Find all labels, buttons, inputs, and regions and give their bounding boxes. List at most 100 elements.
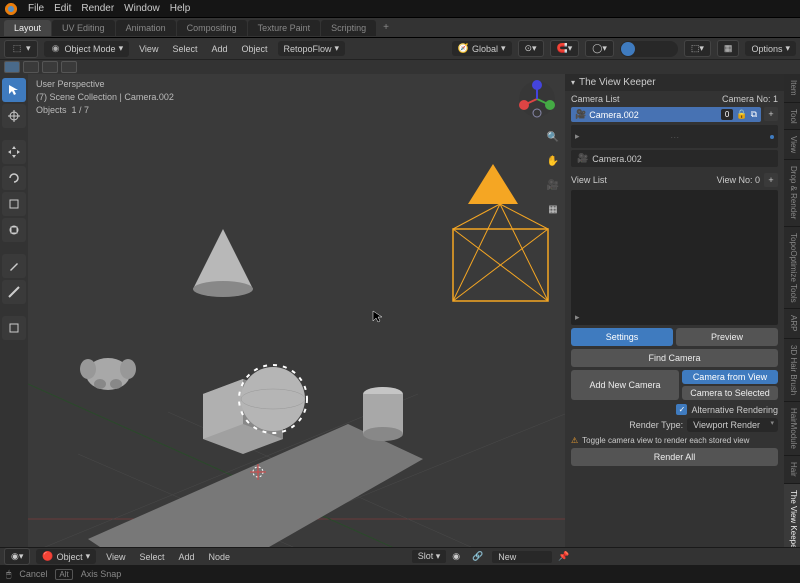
node-menu-view[interactable]: View <box>102 552 129 562</box>
overlay-toggle[interactable]: ⬚▾ <box>684 40 711 57</box>
panel-title[interactable]: ▾The View Keeper <box>565 74 784 91</box>
lock-icon[interactable]: 🔒 <box>736 109 747 120</box>
alt-render-checkbox[interactable]: ✓ <box>676 404 687 415</box>
menu-window[interactable]: Window <box>124 3 160 14</box>
mode-selector[interactable]: ◉Object Mode ▾ <box>44 41 130 57</box>
node-menu-add[interactable]: Add <box>175 552 199 562</box>
add-view-button[interactable]: + <box>764 173 778 187</box>
render-all-button[interactable]: Render All <box>571 448 778 466</box>
add-workspace-button[interactable]: + <box>377 22 395 33</box>
view-list-box: ▸ <box>571 190 778 325</box>
pan-icon[interactable]: ✋ <box>545 153 561 169</box>
vtab-hairmod[interactable]: HairModule <box>784 402 800 456</box>
menu-select[interactable]: Select <box>168 44 201 54</box>
vtab-hair[interactable]: Hair <box>784 456 800 484</box>
camera-icon: 🎥 <box>577 153 588 164</box>
pivot-selector[interactable]: ⊙▾ <box>518 40 544 57</box>
status-bar: 🖱 Cancel Alt Axis Snap <box>0 565 800 583</box>
vtab-hairbrush[interactable]: 3D Hair Brush <box>784 339 800 402</box>
tab-texture[interactable]: Texture Paint <box>248 20 321 36</box>
render-type-select[interactable]: Viewport Render <box>687 418 778 432</box>
add-new-camera-button[interactable]: Add New Camera <box>571 370 679 400</box>
perspective-icon[interactable]: ▦ <box>545 201 561 217</box>
new-material-button[interactable]: New <box>492 551 552 563</box>
editor-type-node[interactable]: ◉▾ <box>4 548 30 565</box>
select-mode-4[interactable] <box>61 61 77 73</box>
node-menu-node[interactable]: Node <box>205 552 235 562</box>
node-opt-3[interactable] <box>782 551 796 563</box>
warning-icon: ⚠ <box>571 436 578 445</box>
tool-annotate[interactable] <box>2 254 26 278</box>
options-button[interactable]: Options ▾ <box>745 41 796 56</box>
proportional-edit[interactable]: ◯▾ <box>585 40 614 57</box>
snap-toggle[interactable]: 🧲▾ <box>550 40 580 57</box>
xray-toggle[interactable]: ▦ <box>717 40 740 57</box>
camera-list-item[interactable]: 🎥 0 🔒 ⧉ <box>571 107 761 122</box>
node-menu-select[interactable]: Select <box>136 552 169 562</box>
shading-rendered[interactable] <box>663 42 677 56</box>
tab-animation[interactable]: Animation <box>116 20 176 36</box>
tool-cursor[interactable] <box>2 104 26 128</box>
refresh-icon[interactable] <box>770 135 774 139</box>
tool-move[interactable] <box>2 140 26 164</box>
vtab-topo[interactable]: TopoOptimize Tools <box>784 227 800 310</box>
shading-wireframe[interactable] <box>621 42 635 56</box>
camera-to-selected-button[interactable]: Camera to Selected <box>682 386 778 400</box>
menu-object[interactable]: Object <box>237 44 271 54</box>
tool-scale[interactable] <box>2 192 26 216</box>
settings-tab[interactable]: Settings <box>571 328 673 346</box>
menu-view[interactable]: View <box>135 44 162 54</box>
monkey-object <box>80 358 136 390</box>
camera-detail-row[interactable]: 🎥 Camera.002 <box>571 150 778 167</box>
tool-select[interactable] <box>2 78 26 102</box>
tab-compositing[interactable]: Compositing <box>177 20 247 36</box>
pin-icon[interactable]: 📌 <box>558 551 572 562</box>
browse-material-icon[interactable]: ◉ <box>452 551 466 562</box>
node-editor-mode[interactable]: 🔴 Object ▾ <box>36 549 96 564</box>
menu-help[interactable]: Help <box>170 3 191 14</box>
select-mode-3[interactable] <box>42 61 58 73</box>
select-mode-2[interactable] <box>23 61 39 73</box>
vtab-drop[interactable]: Drop & Render <box>784 160 800 226</box>
view-no-label: View No: 0 <box>717 175 760 185</box>
tab-scripting[interactable]: Scripting <box>321 20 376 36</box>
viewport-side-buttons: 🔍 ✋ 🎥 ▦ <box>545 129 561 217</box>
vtab-tool[interactable]: Tool <box>784 103 800 131</box>
copy-icon[interactable]: ⧉ <box>751 109 757 120</box>
find-camera-button[interactable]: Find Camera <box>571 349 778 367</box>
camera-view-icon[interactable]: 🎥 <box>545 177 561 193</box>
select-mode-1[interactable] <box>4 61 20 73</box>
menu-file[interactable]: File <box>28 3 44 14</box>
shading-material[interactable] <box>649 42 663 56</box>
preview-tab[interactable]: Preview <box>676 328 778 346</box>
link-material-icon[interactable]: 🔗 <box>472 551 486 562</box>
editor-type-selector[interactable]: ⬚▾ <box>4 40 38 58</box>
tool-measure[interactable] <box>2 280 26 304</box>
add-camera-button[interactable]: + <box>764 107 778 121</box>
menu-edit[interactable]: Edit <box>54 3 71 14</box>
menu-add[interactable]: Add <box>207 44 231 54</box>
tool-rotate[interactable] <box>2 166 26 190</box>
node-opt-2[interactable] <box>766 551 780 563</box>
menu-render[interactable]: Render <box>81 3 114 14</box>
vtab-view[interactable]: View <box>784 130 800 160</box>
orientation-selector[interactable]: 🧭 Global ▾ <box>452 41 512 56</box>
camera-name-field[interactable] <box>589 110 718 120</box>
tool-transform[interactable] <box>2 218 26 242</box>
retopoflow-menu[interactable]: RetopoFlow ▾ <box>278 41 346 56</box>
vtab-item[interactable]: Item <box>784 74 800 103</box>
n-panel: ▾The View Keeper Camera List Camera No: … <box>565 74 784 565</box>
tool-add[interactable] <box>2 316 26 340</box>
tab-layout[interactable]: Layout <box>4 20 51 36</box>
tab-uv[interactable]: UV Editing <box>52 20 115 36</box>
node-opt-1[interactable] <box>750 551 764 563</box>
zoom-icon[interactable]: 🔍 <box>545 129 561 145</box>
vtab-arp[interactable]: ARP <box>784 309 800 338</box>
3d-viewport[interactable]: User Perspective (7) Scene Collection | … <box>28 74 565 565</box>
objects-count: 1 / 7 <box>72 105 90 115</box>
camera-from-view-button[interactable]: Camera from View <box>682 370 778 384</box>
shading-solid[interactable] <box>635 42 649 56</box>
slot-selector[interactable]: Slot ▾ <box>412 550 447 563</box>
nav-gizmo[interactable] <box>517 79 557 122</box>
camera-list-label: Camera List <box>571 94 620 104</box>
